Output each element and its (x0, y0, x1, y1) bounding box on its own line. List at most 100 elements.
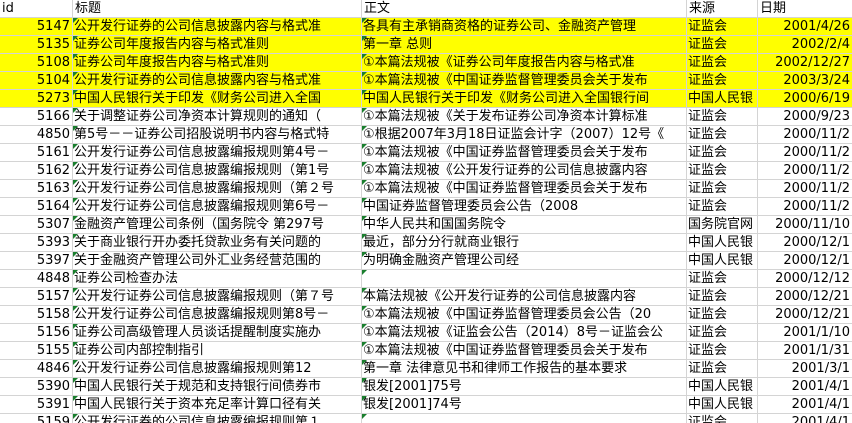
cell-source[interactable]: 中国人民银 (687, 90, 758, 108)
cell-id[interactable]: 5307 (0, 216, 73, 234)
cell-id[interactable]: 5164 (0, 198, 73, 216)
cell-body[interactable]: ①本篇法规被《证监会公告（2014）8号－证监会公 (362, 324, 687, 342)
cell-title[interactable]: 公开发行证券公司信息披露编报规则第6号－ (73, 198, 362, 216)
cell-body[interactable]: 中国证券监督管理委员会公告（2008 (362, 198, 687, 216)
cell-id[interactable]: 5157 (0, 288, 73, 306)
cell-date[interactable]: 2000/12/1 (758, 234, 852, 252)
table-row[interactable]: 5162 公开发行证券公司信息披露编报规则（第1号 ①本篇法规被《公开发行证券的公司… (0, 162, 852, 180)
table-row[interactable]: 5393 关于商业银行开办委托贷款业务有关问题的 最近，部分分行就商业银行 中国人民… (0, 234, 852, 252)
cell-body[interactable]: ①本篇法规被《证券公司年度报告内容与格式准 (362, 54, 687, 72)
table-row[interactable]: 5307 金融资产管理公司条例（国务院令 第297号 中华人民共和国国务院令 国务院… (0, 216, 852, 234)
table-row[interactable]: 5390 中国人民银行关于规范和支持银行间债券市 银发[2001]75号 中国人民银… (0, 378, 852, 396)
cell-source[interactable]: 证监会 (687, 342, 758, 360)
cell-body[interactable]: ①本篇法规被《中国证券监督管理委员会关于发布 (362, 180, 687, 198)
table-row[interactable]: 5158 公开发行证券公司信息披露编报规则第8号－ ①本篇法规被《中国证券监督管理委… (0, 306, 852, 324)
cell-source[interactable]: 证监会 (687, 126, 758, 144)
cell-id[interactable]: 4848 (0, 270, 73, 288)
cell-date[interactable]: 2002/2/4 (758, 36, 852, 54)
cell-title[interactable]: 证券公司检查办法 (73, 270, 362, 288)
cell-title[interactable]: 证券公司高级管理人员谈话提醒制度实施办 (73, 324, 362, 342)
cell-body[interactable]: 银发[2001]74号 (362, 396, 687, 414)
cell-source[interactable]: 中国人民银 (687, 234, 758, 252)
table-row[interactable]: 5397 关于金融资产管理公司外汇业务经营范围的 为明确金融资产管理公司经 中国人民… (0, 252, 852, 270)
cell-title[interactable]: 中国人民银行关于规范和支持银行间债券市 (73, 378, 362, 396)
table-row[interactable]: 5166 关于调整证券公司净资本计算规则的通知（ ①本篇法规被《关于发布证券公司净资… (0, 108, 852, 126)
cell-body[interactable]: 银发[2001]75号 (362, 378, 687, 396)
cell-id[interactable]: 5155 (0, 342, 73, 360)
cell-source[interactable]: 证监会 (687, 18, 758, 36)
cell-date[interactable]: 2000/12/12 (758, 270, 852, 288)
cell-date[interactable]: 2000/11/2 (758, 126, 852, 144)
cell-date[interactable]: 2000/11/2 (758, 144, 852, 162)
cell-date[interactable]: 2002/12/27 (758, 54, 852, 72)
cell-title[interactable]: 关于调整证券公司净资本计算规则的通知（ (73, 108, 362, 126)
table-row[interactable]: 5155 证券公司内部控制指引 ①本篇法规被《中国证券监督管理委员会关于发布 证监会 2… (0, 342, 852, 360)
cell-source[interactable]: 证监会 (687, 414, 758, 423)
cell-title[interactable]: 公开发行证券公司信息披露编报规则（第２号 (73, 180, 362, 198)
cell-id[interactable]: 5159 (0, 414, 73, 423)
cell-date[interactable]: 2000/11/2 (758, 198, 852, 216)
cell-date[interactable]: 2000/9/23 (758, 108, 852, 126)
table-row[interactable]: 5163 公开发行证券公司信息披露编报规则（第２号 ①本篇法规被《中国证券监督管理委… (0, 180, 852, 198)
cell-id[interactable]: 5397 (0, 252, 73, 270)
cell-title[interactable]: 第5号－－证券公司招股说明书内容与格式特 (73, 126, 362, 144)
cell-id[interactable]: 5158 (0, 306, 73, 324)
cell-id[interactable]: 5273 (0, 90, 73, 108)
cell-source[interactable]: 证监会 (687, 108, 758, 126)
cell-title[interactable]: 公开发行证券的公司信息披露内容与格式准 (73, 18, 362, 36)
cell-title[interactable]: 关于商业银行开办委托贷款业务有关问题的 (73, 234, 362, 252)
cell-title[interactable]: 公开发行证券的公司信息披露内容与格式准 (73, 72, 362, 90)
cell-source[interactable]: 证监会 (687, 198, 758, 216)
cell-id[interactable]: 5156 (0, 324, 73, 342)
cell-body[interactable]: ①本篇法规被《中国证券监督管理委员会关于发布 (362, 342, 687, 360)
header-id[interactable]: id (0, 0, 73, 18)
cell-title[interactable]: 关于金融资产管理公司外汇业务经营范围的 (73, 252, 362, 270)
cell-body[interactable]: 第一章 总则 (362, 36, 687, 54)
cell-body[interactable]: 各具有主承销商资格的证券公司、金融资产管理 (362, 18, 687, 36)
cell-source[interactable]: 证监会 (687, 54, 758, 72)
cell-source[interactable]: 中国人民银 (687, 396, 758, 414)
header-source[interactable]: 来源 (687, 0, 758, 18)
cell-body[interactable] (362, 414, 687, 423)
cell-date[interactable]: 2001/1/31 (758, 342, 852, 360)
cell-body[interactable]: ①本篇法规被《公开发行证券的公司信息披露内容 (362, 162, 687, 180)
cell-id[interactable]: 5166 (0, 108, 73, 126)
cell-date[interactable]: 2000/12/1 (758, 252, 852, 270)
cell-id[interactable]: 5390 (0, 378, 73, 396)
cell-date[interactable]: 2000/12/21 (758, 306, 852, 324)
cell-id[interactable]: 5108 (0, 54, 73, 72)
table-row[interactable]: 4848 证券公司检查办法 证监会 2000/12/12 (0, 270, 852, 288)
cell-id[interactable]: 5163 (0, 180, 73, 198)
cell-date[interactable]: 2000/11/2 (758, 180, 852, 198)
table-row[interactable]: 5159 公开发行证券的公司信息披露编报规则第１ 证监会 2001/4/1 (0, 414, 852, 423)
table-row[interactable]: 5161 公开发行证券公司信息披露编报规则第4号－ ①本篇法规被《中国证券监督管理委… (0, 144, 852, 162)
cell-body[interactable]: 第一章 法律意见书和律师工作报告的基本要求 (362, 360, 687, 378)
cell-id[interactable]: 5161 (0, 144, 73, 162)
cell-id[interactable]: 5391 (0, 396, 73, 414)
cell-source[interactable]: 证监会 (687, 324, 758, 342)
cell-title[interactable]: 公开发行证券公司信息披露编报规则第4号－ (73, 144, 362, 162)
table-row[interactable]: 5147 公开发行证券的公司信息披露内容与格式准 各具有主承销商资格的证券公司、金… (0, 18, 852, 36)
cell-date[interactable]: 2000/11/2 (758, 162, 852, 180)
cell-body[interactable] (362, 270, 687, 288)
cell-id[interactable]: 5393 (0, 234, 73, 252)
cell-id[interactable]: 4850 (0, 126, 73, 144)
cell-body[interactable]: 中华人民共和国国务院令 (362, 216, 687, 234)
cell-source[interactable]: 中国人民银 (687, 378, 758, 396)
cell-source[interactable]: 证监会 (687, 36, 758, 54)
table-row[interactable]: 5157 公开发行证券公司信息披露编报规则（第７号 本篇法规被《公开发行证券的公司… (0, 288, 852, 306)
cell-id[interactable]: 5104 (0, 72, 73, 90)
cell-title[interactable]: 公开发行证券公司信息披露编报规则第8号－ (73, 306, 362, 324)
cell-title[interactable]: 公开发行证券公司信息披露编报规则第12 (73, 360, 362, 378)
cell-date[interactable]: 2001/4/26 (758, 18, 852, 36)
cell-source[interactable]: 中国人民银 (687, 252, 758, 270)
cell-id[interactable]: 4846 (0, 360, 73, 378)
cell-id[interactable]: 5135 (0, 36, 73, 54)
header-title[interactable]: 标题 (73, 0, 362, 18)
cell-title[interactable]: 证券公司年度报告内容与格式准则 (73, 36, 362, 54)
table-row[interactable]: 5164 公开发行证券公司信息披露编报规则第6号－ 中国证券监督管理委员会公告（2… (0, 198, 852, 216)
cell-body[interactable]: ①本篇法规被《中国证券监督管理委员会公告（20 (362, 306, 687, 324)
cell-title[interactable]: 公开发行证券的公司信息披露编报规则第１ (73, 414, 362, 423)
table-row[interactable]: 5391 中国人民银行关于资本充足率计算口径有关 银发[2001]74号 中国人民银… (0, 396, 852, 414)
cell-source[interactable]: 证监会 (687, 162, 758, 180)
